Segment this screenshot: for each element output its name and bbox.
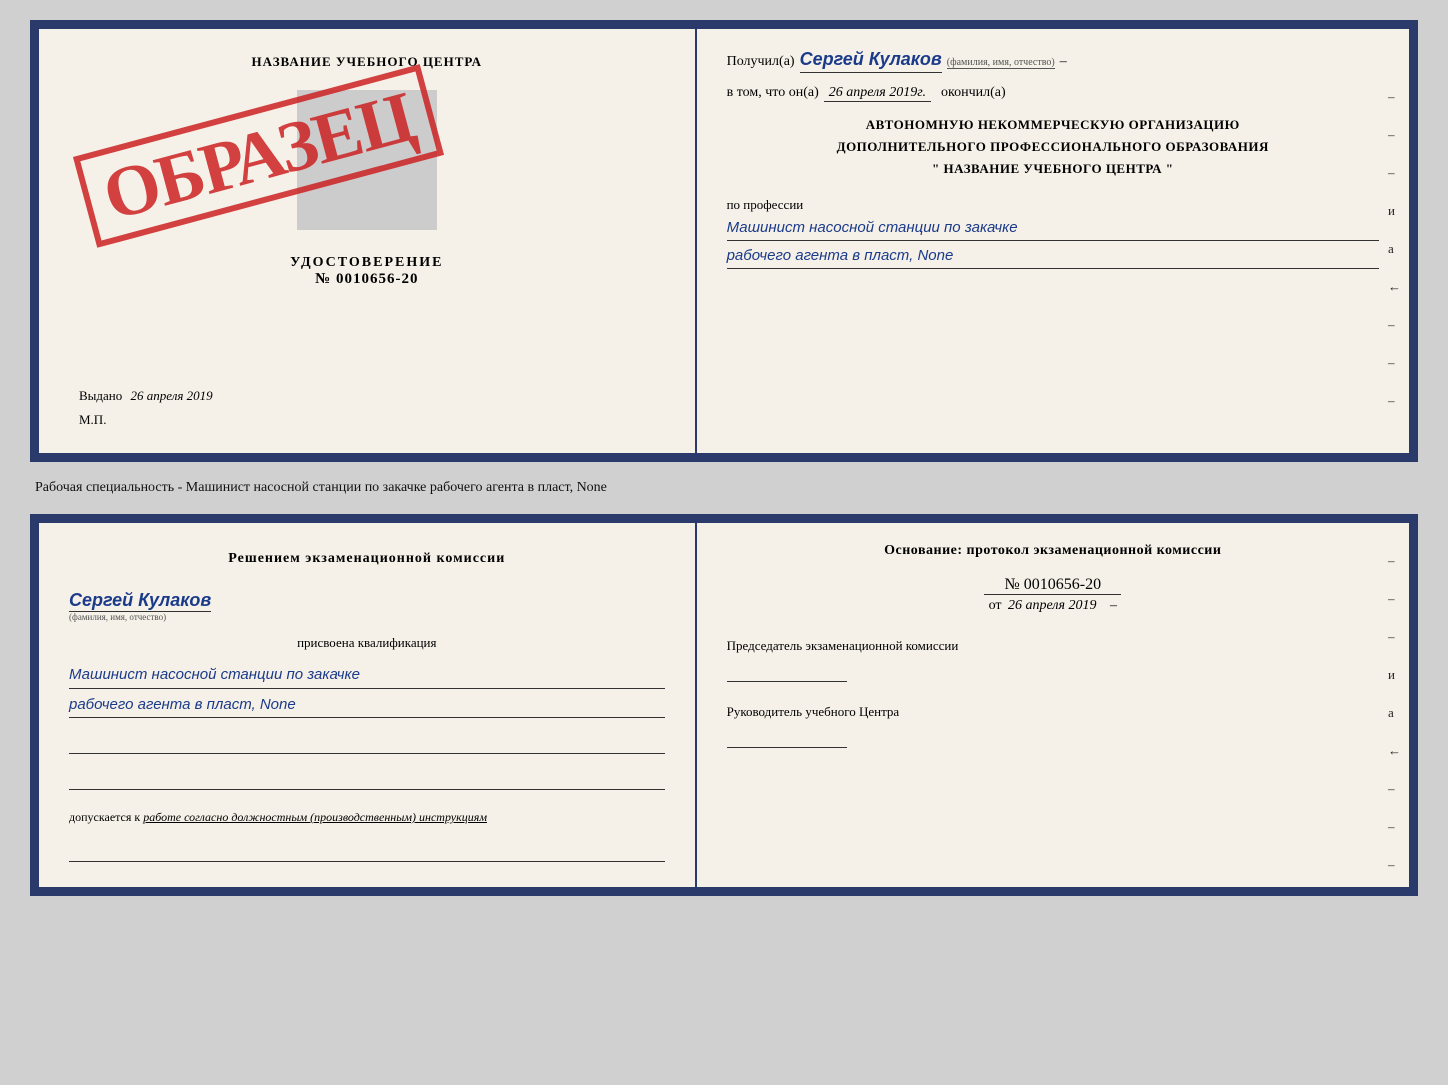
udostoverenie-number: № 0010656-20: [290, 271, 443, 288]
rukovoditel-block: Руководитель учебного Центра: [727, 702, 1379, 748]
osnovaniye-label: Основание: протокол экзаменационной коми…: [727, 543, 1379, 559]
fio-hint-top: (фамилия, имя, отчество): [947, 57, 1055, 69]
right-margin-dashes: – – – и а ← – – –: [1388, 89, 1401, 409]
blank-line-2: [69, 770, 665, 790]
dopuskaetsya-block: допускается к работе согласно должностны…: [69, 808, 665, 826]
separator-text: Рабочая специальность - Машинист насосно…: [30, 472, 1418, 504]
certificate-left-panel: НАЗВАНИЕ УЧЕБНОГО ЦЕНТРА УДОСТОВЕРЕНИЕ №…: [39, 29, 697, 453]
org-block: АВТОНОМНУЮ НЕКОММЕРЧЕСКУЮ ОРГАНИЗАЦИЮ ДО…: [727, 114, 1379, 180]
predsedatel-sign-line: [727, 662, 847, 682]
profession-line1: Машинист насосной станции по закачке: [727, 216, 1379, 241]
stamp-placeholder: [297, 90, 437, 230]
blank-line-1: [69, 734, 665, 754]
profession-line2: рабочего агента в пласт, None: [727, 244, 1379, 269]
bottom-right-panel: Основание: протокол экзаменационной коми…: [697, 523, 1409, 887]
dopuskaetsya-value: работе согласно должностным (производств…: [143, 810, 487, 824]
certificate-right-panel: Получил(а) Сергей Кулаков (фамилия, имя,…: [697, 29, 1409, 453]
top-left-title: НАЗВАНИЕ УЧЕБНОГО ЦЕНТРА: [252, 54, 483, 70]
ot-row: от 26 апреля 2019 –: [989, 598, 1117, 614]
kvali-block: Машинист насосной станции по закачке раб…: [69, 659, 665, 718]
recipient-name: Сергей Кулаков: [800, 49, 942, 73]
udostoverenie-label: УДОСТОВЕРЕНИЕ: [290, 255, 443, 271]
kvali-line2: рабочего агента в пласт, None: [69, 692, 665, 719]
mp-row: М.П.: [79, 412, 106, 428]
date-value: 26 апреля 2019г.: [824, 85, 931, 102]
fio-sub-bot: (фамилия, имя, отчество): [69, 612, 665, 622]
ot-date: 26 апреля 2019: [1008, 598, 1096, 613]
commission-title: Решением экзаменационной комиссии: [69, 548, 665, 569]
protocol-block: № 0010656-20 от 26 апреля 2019 –: [727, 571, 1379, 614]
protocol-number: № 0010656-20: [984, 576, 1121, 595]
recipient-row: Получил(а) Сергей Кулаков (фамилия, имя,…: [727, 49, 1379, 73]
kvali-line1: Машинист насосной станции по закачке: [69, 662, 665, 689]
person-name-block: Сергей Кулаков (фамилия, имя, отчество): [69, 585, 665, 622]
kvalifikaciya-label: присвоена квалификация: [69, 635, 665, 651]
date-row: в том, что он(а) 26 апреля 2019г. окончи…: [727, 85, 1379, 102]
bottom-right-margin-dashes: – – – и а ← – – –: [1388, 553, 1401, 873]
bottom-left-panel: Решением экзаменационной комиссии Сергей…: [39, 523, 697, 887]
profession-block: по профессии Машинист насосной станции п…: [727, 197, 1379, 269]
bottom-document: Решением экзаменационной комиссии Сергей…: [30, 514, 1418, 896]
udostoverenie-block: УДОСТОВЕРЕНИЕ № 0010656-20: [290, 255, 443, 288]
person-name: Сергей Кулаков: [69, 590, 211, 612]
predsedatel-block: Председатель экзаменационной комиссии: [727, 636, 1379, 682]
blank-line-3: [69, 842, 665, 862]
top-document: НАЗВАНИЕ УЧЕБНОГО ЦЕНТРА УДОСТОВЕРЕНИЕ №…: [30, 20, 1418, 462]
vydano-row: Выдано 26 апреля 2019: [79, 388, 213, 404]
rukovoditel-sign-line: [727, 728, 847, 748]
